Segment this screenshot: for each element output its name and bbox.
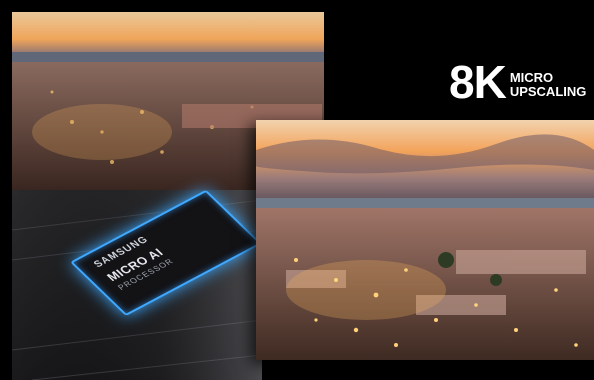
promo-stage: SAMSUNG MICRO AI PROCESSOR 8K MICRO UPSC… [0, 0, 594, 380]
badge-subtitle: MICRO UPSCALING [510, 71, 587, 99]
city-photo-8k [256, 120, 594, 360]
badge-line1: MICRO [509, 70, 554, 85]
badge-line2: UPSCALING [509, 84, 587, 99]
8k-micro-upscaling-badge: 8K MICRO UPSCALING [449, 56, 587, 108]
badge-resolution: 8K [449, 56, 507, 108]
